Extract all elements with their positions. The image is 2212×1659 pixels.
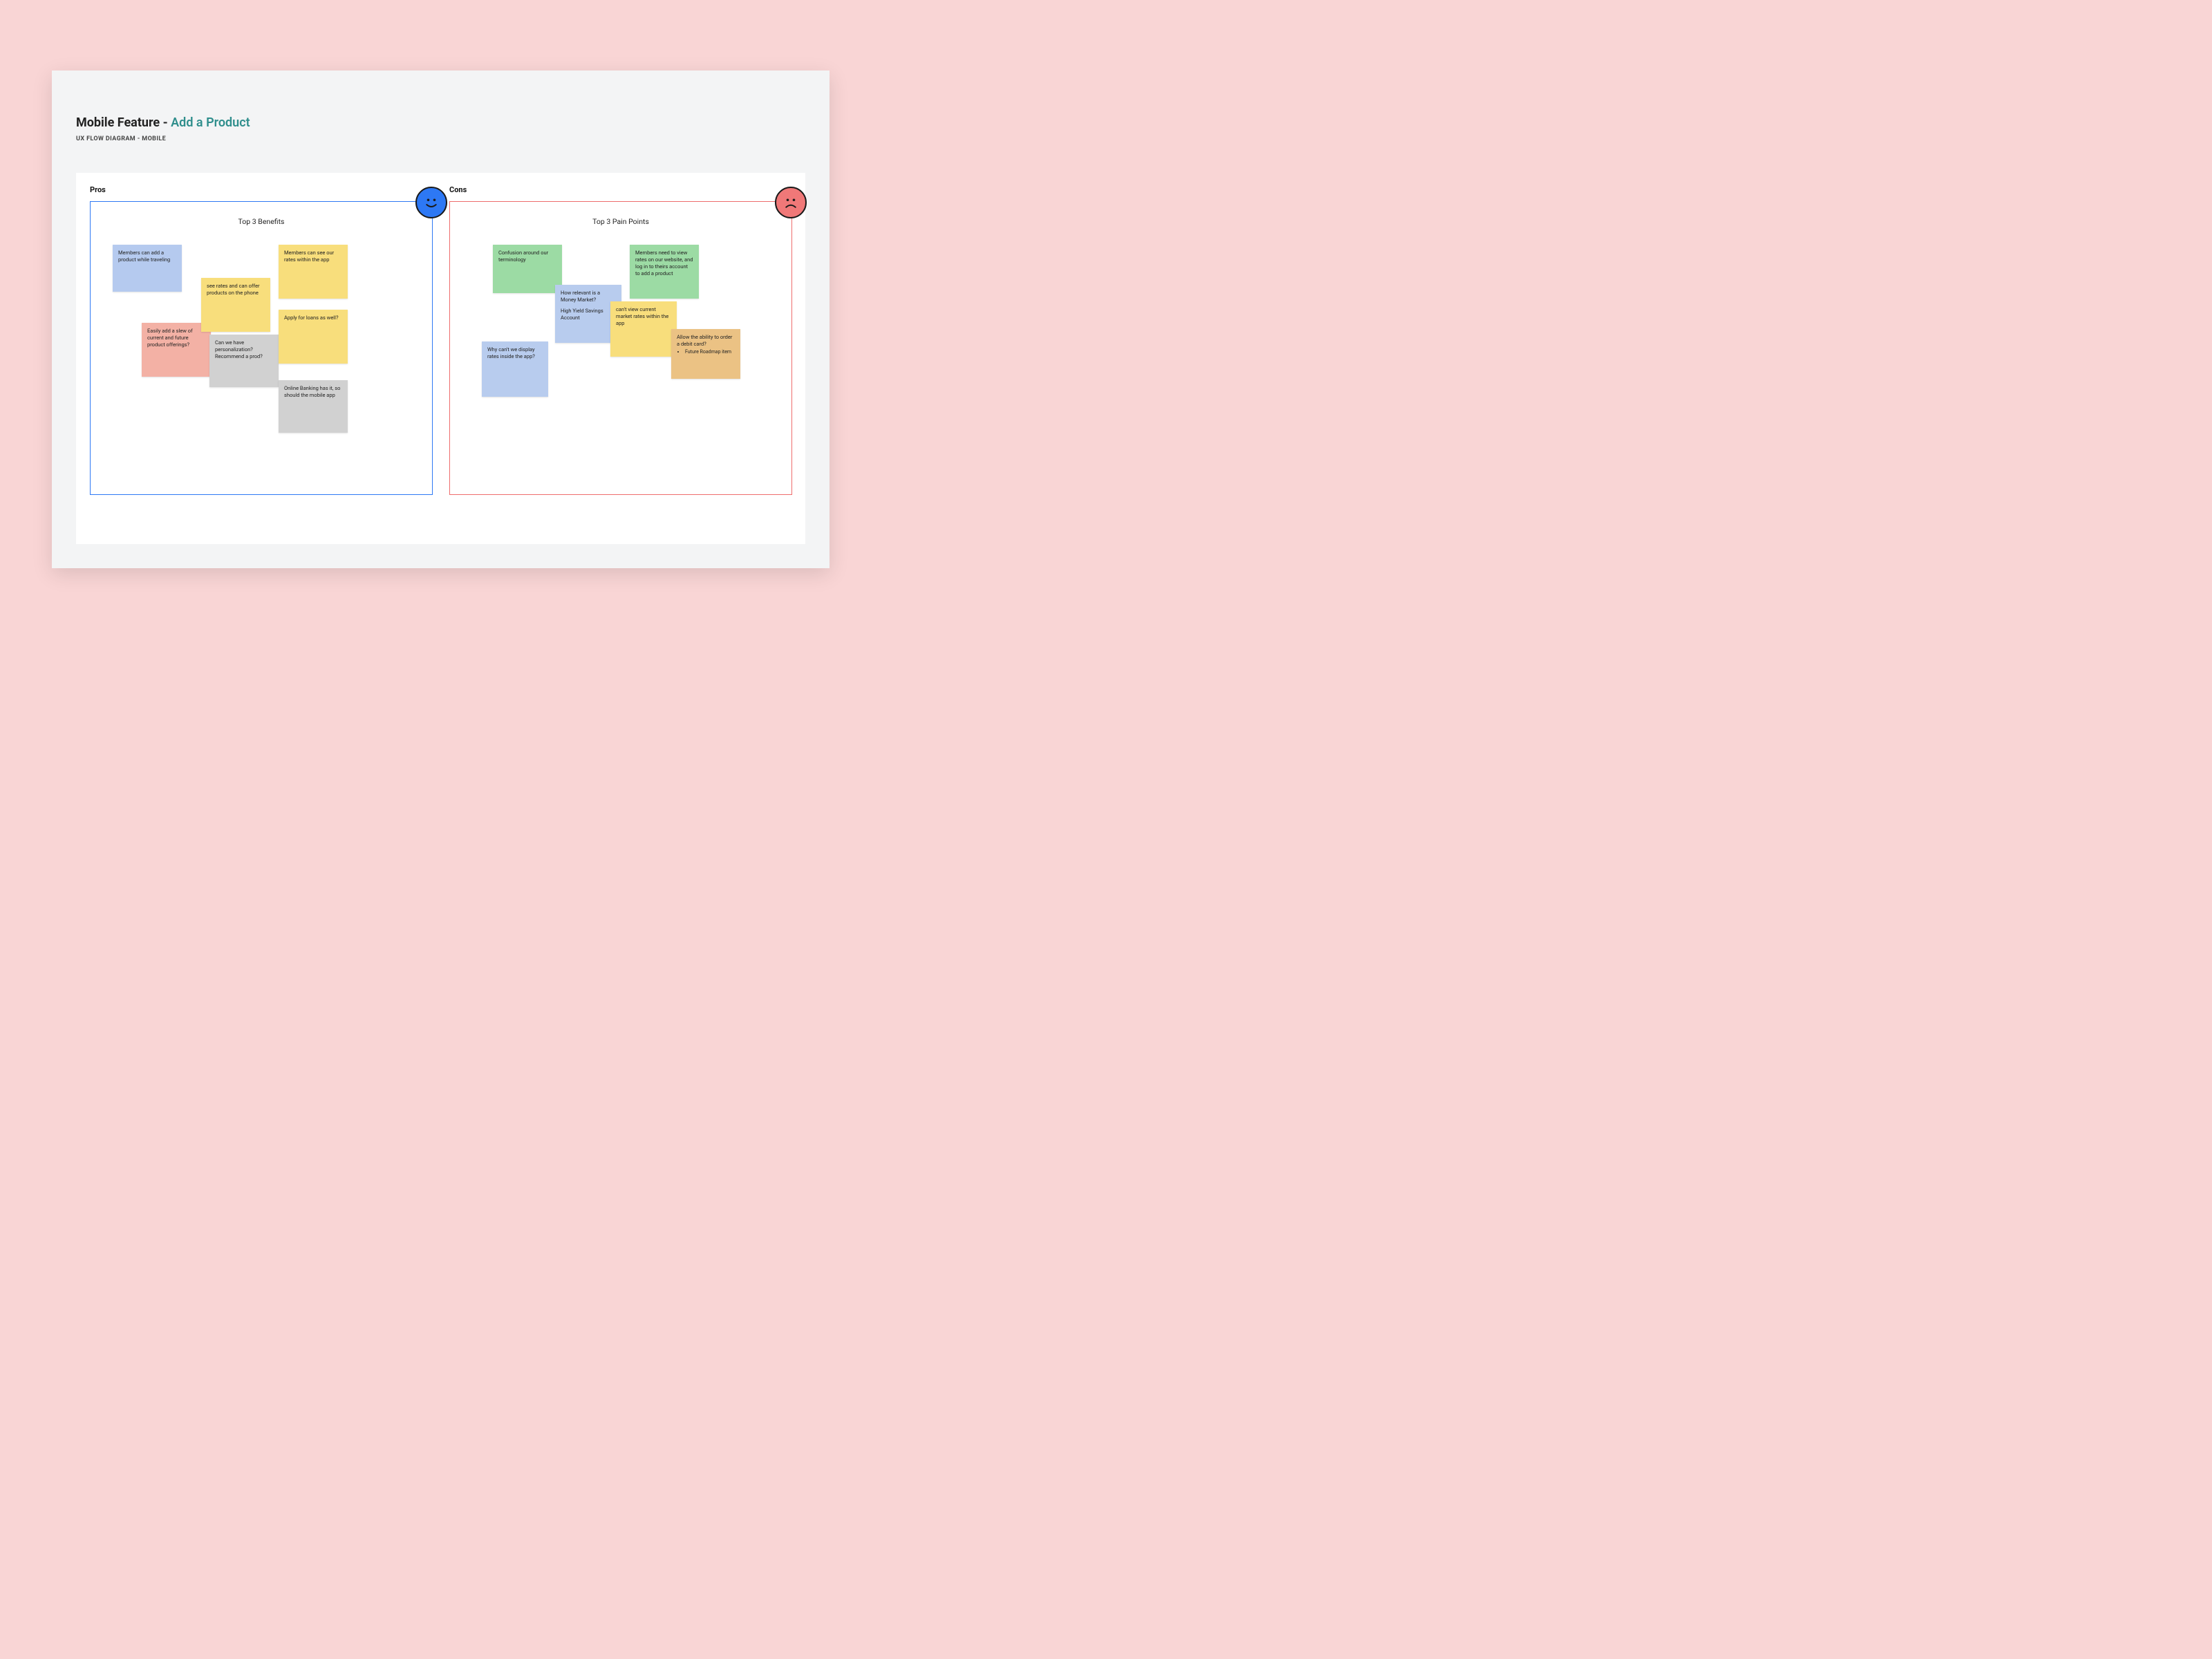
sticky-note[interactable]: Apply for loans as well?	[279, 310, 348, 364]
sticky-note[interactable]: can't view current market rates within t…	[610, 301, 677, 357]
pros-label: Pros	[90, 185, 433, 194]
pros-column: Pros Top 3 Benefits Members can add a pr…	[90, 185, 433, 530]
cons-label: Cons	[449, 185, 792, 194]
page-subtitle: UX FLOW DIAGRAM - MOBILE	[76, 135, 250, 142]
sticky-note[interactable]: Why can't we display rates inside the ap…	[482, 341, 548, 397]
sticky-note[interactable]: Members need to view rates on our websit…	[630, 245, 699, 299]
sticky-note[interactable]: Easily add a slew of current and future …	[142, 323, 211, 377]
sticky-note[interactable]: Confusion around our terminology	[493, 245, 562, 293]
frown-icon	[775, 187, 807, 218]
sticky-note[interactable]: see rates and can offer products on the …	[201, 278, 270, 332]
cons-frame: Top 3 Pain Points Confusion around our t…	[449, 201, 792, 495]
whiteboard: Pros Top 3 Benefits Members can add a pr…	[76, 173, 805, 544]
sticky-note-bullet: Future Roadmap item	[685, 349, 735, 355]
sticky-note[interactable]: Can we have personalization? Recommend a…	[209, 335, 279, 387]
sticky-note-line: High Yield Savings Account	[561, 308, 616, 321]
title-prefix: Mobile Feature -	[76, 115, 171, 130]
sticky-note[interactable]: Online Banking has it, so should the mob…	[279, 380, 348, 433]
sticky-note[interactable]: Members can see our rates within the app	[279, 245, 348, 299]
canvas-stage: Mobile Feature - Add a Product UX FLOW D…	[52, 71, 830, 568]
sticky-note-line: How relevant is a Money Market?	[561, 290, 616, 303]
cons-column: Cons Top 3 Pain Points Confusion around …	[449, 185, 792, 530]
header: Mobile Feature - Add a Product UX FLOW D…	[76, 115, 250, 142]
sticky-note[interactable]: Members can add a product while travelin…	[113, 245, 182, 292]
page-title: Mobile Feature - Add a Product	[76, 115, 250, 130]
sticky-note-line: Allow the ability to order a debit card?	[677, 334, 735, 348]
title-accent: Add a Product	[171, 115, 250, 130]
pros-frame: Top 3 Benefits Members can add a product…	[90, 201, 433, 495]
cons-frame-title: Top 3 Pain Points	[450, 217, 791, 226]
smile-icon	[415, 187, 447, 218]
pros-frame-title: Top 3 Benefits	[91, 217, 432, 226]
sticky-note[interactable]: Allow the ability to order a debit card?…	[671, 329, 740, 379]
